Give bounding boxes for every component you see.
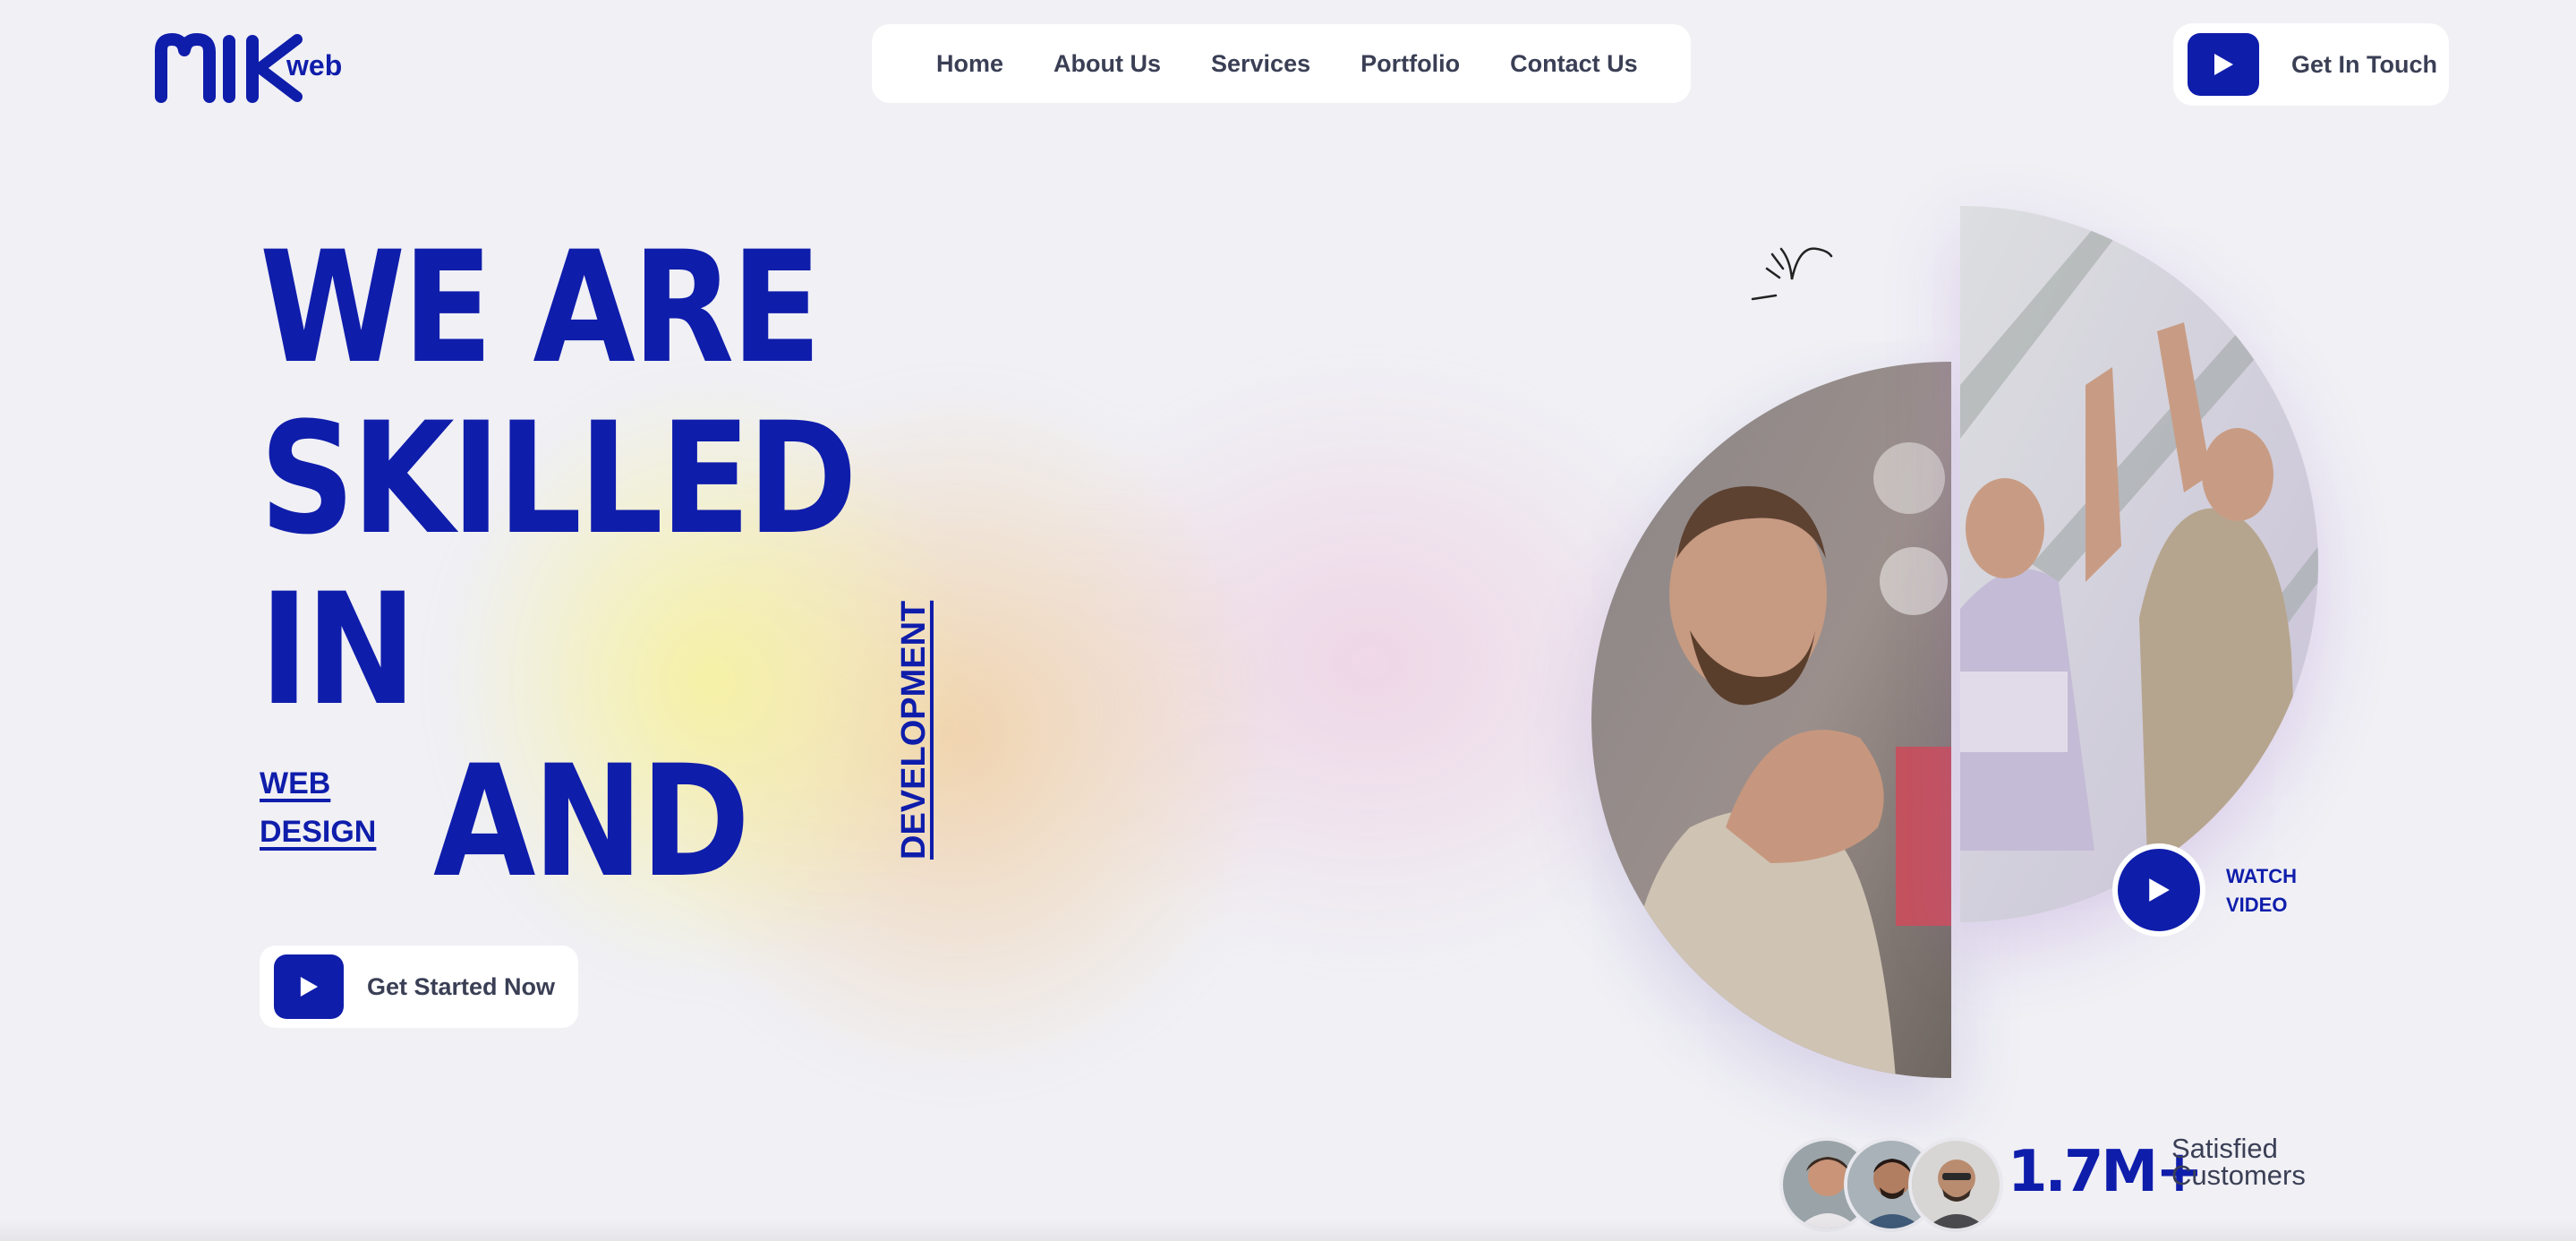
bottom-edge-shadow [0,1220,2576,1241]
team-high-five-photo [1960,206,2318,922]
customer-avatars [1779,1137,2003,1232]
hero-headline-line3: IN [260,560,416,740]
logo-sub-text: web [286,49,342,81]
hero-headline-and: AND [433,732,750,911]
nav-home[interactable]: Home [936,50,1003,78]
get-started-button[interactable]: Get Started Now [260,946,578,1028]
get-started-label: Get Started Now [367,972,556,1000]
web-link[interactable]: WEB [260,766,330,801]
watch-label-line2: VIDEO [2226,894,2288,916]
customers-label: Satisfied Customers [2171,1133,2350,1191]
watch-video-button[interactable] [2112,843,2205,937]
scribble-doodle-icon [1751,247,1833,301]
avatar [1908,1137,2003,1232]
man-thinking-photo [1591,362,1951,1078]
watch-video-label[interactable]: WATCH VIDEO [2226,862,2333,920]
development-link[interactable]: DEVELOPMENT [895,601,934,860]
nav-contact-us[interactable]: Contact Us [1510,50,1638,78]
play-icon [274,954,344,1019]
hero-headline-line2: SKILLED [260,389,857,569]
design-link[interactable]: DESIGN [260,815,376,850]
nav-about-us[interactable]: About Us [1053,50,1161,78]
get-in-touch-button[interactable]: Get In Touch [2173,23,2449,106]
get-in-touch-label: Get In Touch [2291,50,2437,78]
customers-label-line1: Satisfied [2171,1133,2278,1164]
hero-headline-line1: WE ARE [260,218,822,398]
play-icon [2188,33,2259,96]
main-navigation: Home About Us Services Portfolio Contact… [872,24,1691,103]
watch-label-line1: WATCH [2226,865,2298,887]
mikweb-logo[interactable]: web [154,32,378,104]
customers-label-line2: Customers [2171,1160,2306,1191]
nav-services[interactable]: Services [1211,50,1310,78]
nav-portfolio[interactable]: Portfolio [1361,50,1460,78]
play-icon [2149,878,2170,902]
